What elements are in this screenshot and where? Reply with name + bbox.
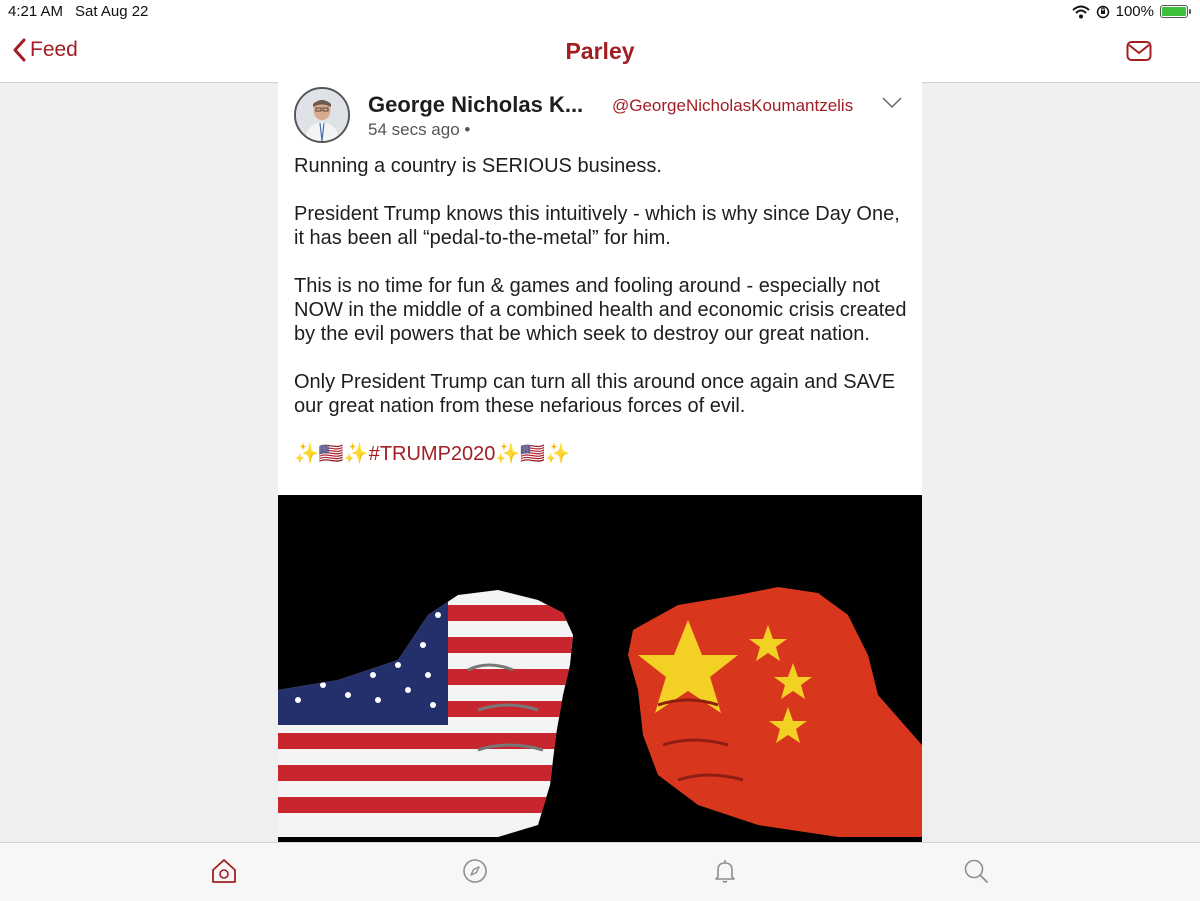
chevron-down-icon — [882, 97, 902, 109]
back-button-label: Feed — [30, 38, 78, 61]
tab-discover[interactable] — [461, 857, 489, 890]
post-timestamp: 54 secs ago • — [368, 120, 470, 140]
post-options-button[interactable] — [882, 96, 902, 114]
post-hashtag[interactable]: ✨🇺🇸✨#TRUMP2020✨🇺🇸✨ — [294, 442, 914, 466]
back-button[interactable]: Feed — [12, 38, 78, 62]
chevron-left-icon — [13, 38, 26, 62]
author-handle[interactable]: @GeorgeNicholasKoumantzelis — [612, 96, 853, 116]
post-body: Running a country is SERIOUS business. P… — [294, 154, 914, 490]
mail-icon — [1126, 41, 1152, 61]
tab-home[interactable] — [210, 857, 238, 890]
search-icon — [964, 859, 988, 883]
compass-icon — [463, 859, 487, 883]
status-bar: 4:21 AM Sat Aug 22 100% — [0, 0, 1200, 24]
status-time: 4:21 AM — [8, 3, 64, 20]
post-paragraph: This is no time for fun & games and fool… — [294, 275, 907, 345]
author-name[interactable]: George Nicholas K... — [368, 92, 583, 118]
post-card: George Nicholas K... @GeorgeNicholasKoum… — [278, 82, 922, 842]
avatar-image — [296, 89, 348, 141]
wifi-icon — [1071, 5, 1090, 18]
separator-dot: • — [464, 120, 471, 139]
post-image[interactable] — [278, 495, 922, 842]
battery-fill — [1162, 7, 1186, 16]
bell-icon — [715, 860, 735, 883]
post-time-text: 54 secs ago — [368, 120, 460, 139]
post-paragraph: Running a country is SERIOUS business. — [294, 155, 662, 177]
fists-image — [278, 495, 922, 842]
avatar[interactable] — [294, 87, 350, 143]
navigation-bar: Parley Feed — [0, 24, 1200, 83]
battery-percent: 100% — [1115, 3, 1154, 20]
page-title: Parley — [565, 38, 635, 64]
status-date: Sat Aug 22 — [75, 3, 149, 20]
tab-search[interactable] — [962, 857, 990, 890]
post-paragraph: President Trump knows this intuitively -… — [294, 203, 900, 249]
tab-notifications[interactable] — [711, 857, 739, 890]
orientation-lock-icon — [1096, 5, 1109, 18]
post-paragraph: Only President Trump can turn all this a… — [294, 371, 896, 417]
tab-bar — [0, 842, 1200, 901]
battery-icon — [1160, 5, 1191, 18]
mail-button[interactable] — [1126, 40, 1152, 67]
home-icon — [212, 859, 236, 883]
status-indicators: 100% — [1071, 3, 1191, 20]
